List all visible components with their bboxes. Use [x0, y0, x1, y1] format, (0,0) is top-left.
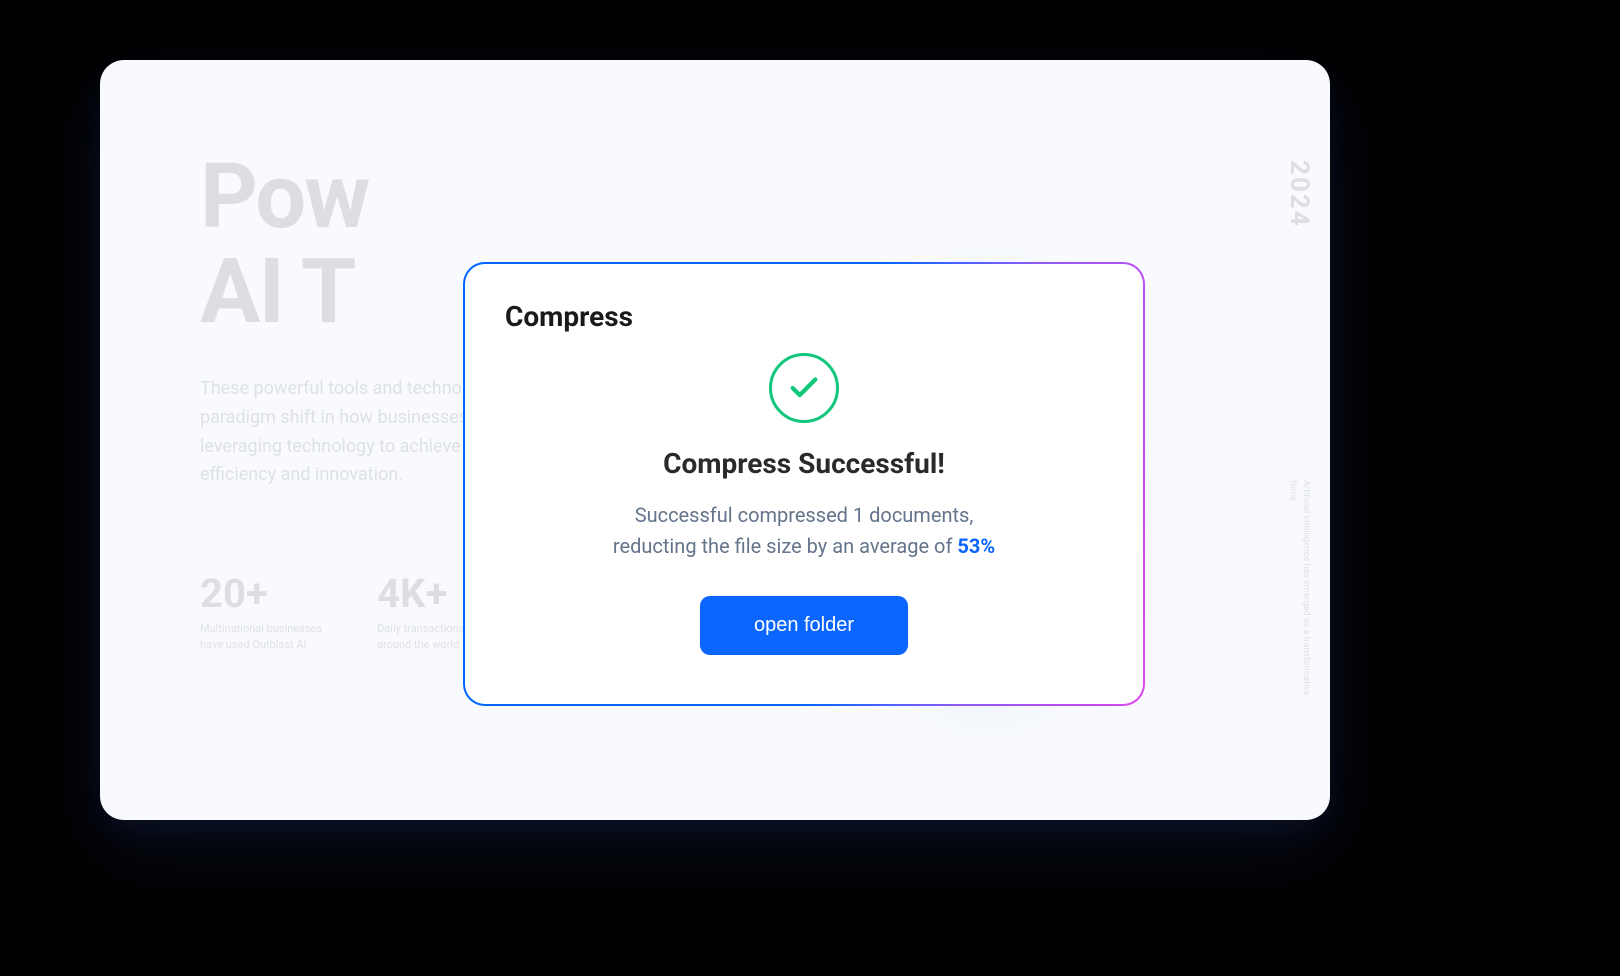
button-container: open folder — [505, 596, 1103, 655]
app-card: Pow AI T These powerful tools and techno… — [100, 60, 1330, 820]
compress-modal: Compress Compress Successful! Successful… — [465, 264, 1143, 704]
success-body: Successful compressed 1 documents, reduc… — [505, 500, 1103, 562]
open-folder-button[interactable]: open folder — [700, 596, 908, 655]
bg-title-line2: AI T — [200, 239, 355, 344]
modal-title: Compress — [505, 300, 1103, 333]
success-heading: Compress Successful! — [505, 447, 1103, 480]
bg-stat-value: 20+ — [200, 570, 322, 617]
percent-value: 53% — [957, 534, 995, 558]
bg-title-line1: Pow — [200, 144, 368, 249]
bg-stat-item: 20+ Multinational businesses have used O… — [200, 570, 322, 652]
success-body-line2-prefix: reducting the file size by an average of — [613, 534, 957, 558]
checkmark-circle-icon — [769, 353, 839, 423]
bg-year: 2024 — [1284, 160, 1314, 228]
success-icon-container — [505, 353, 1103, 423]
bg-stat-label: Multinational businesses have used Outbl… — [200, 621, 322, 652]
bg-sidetext: Artificial intelligence has emerged as a… — [1285, 480, 1312, 720]
success-body-line1: Successful compressed 1 documents, — [635, 503, 974, 527]
